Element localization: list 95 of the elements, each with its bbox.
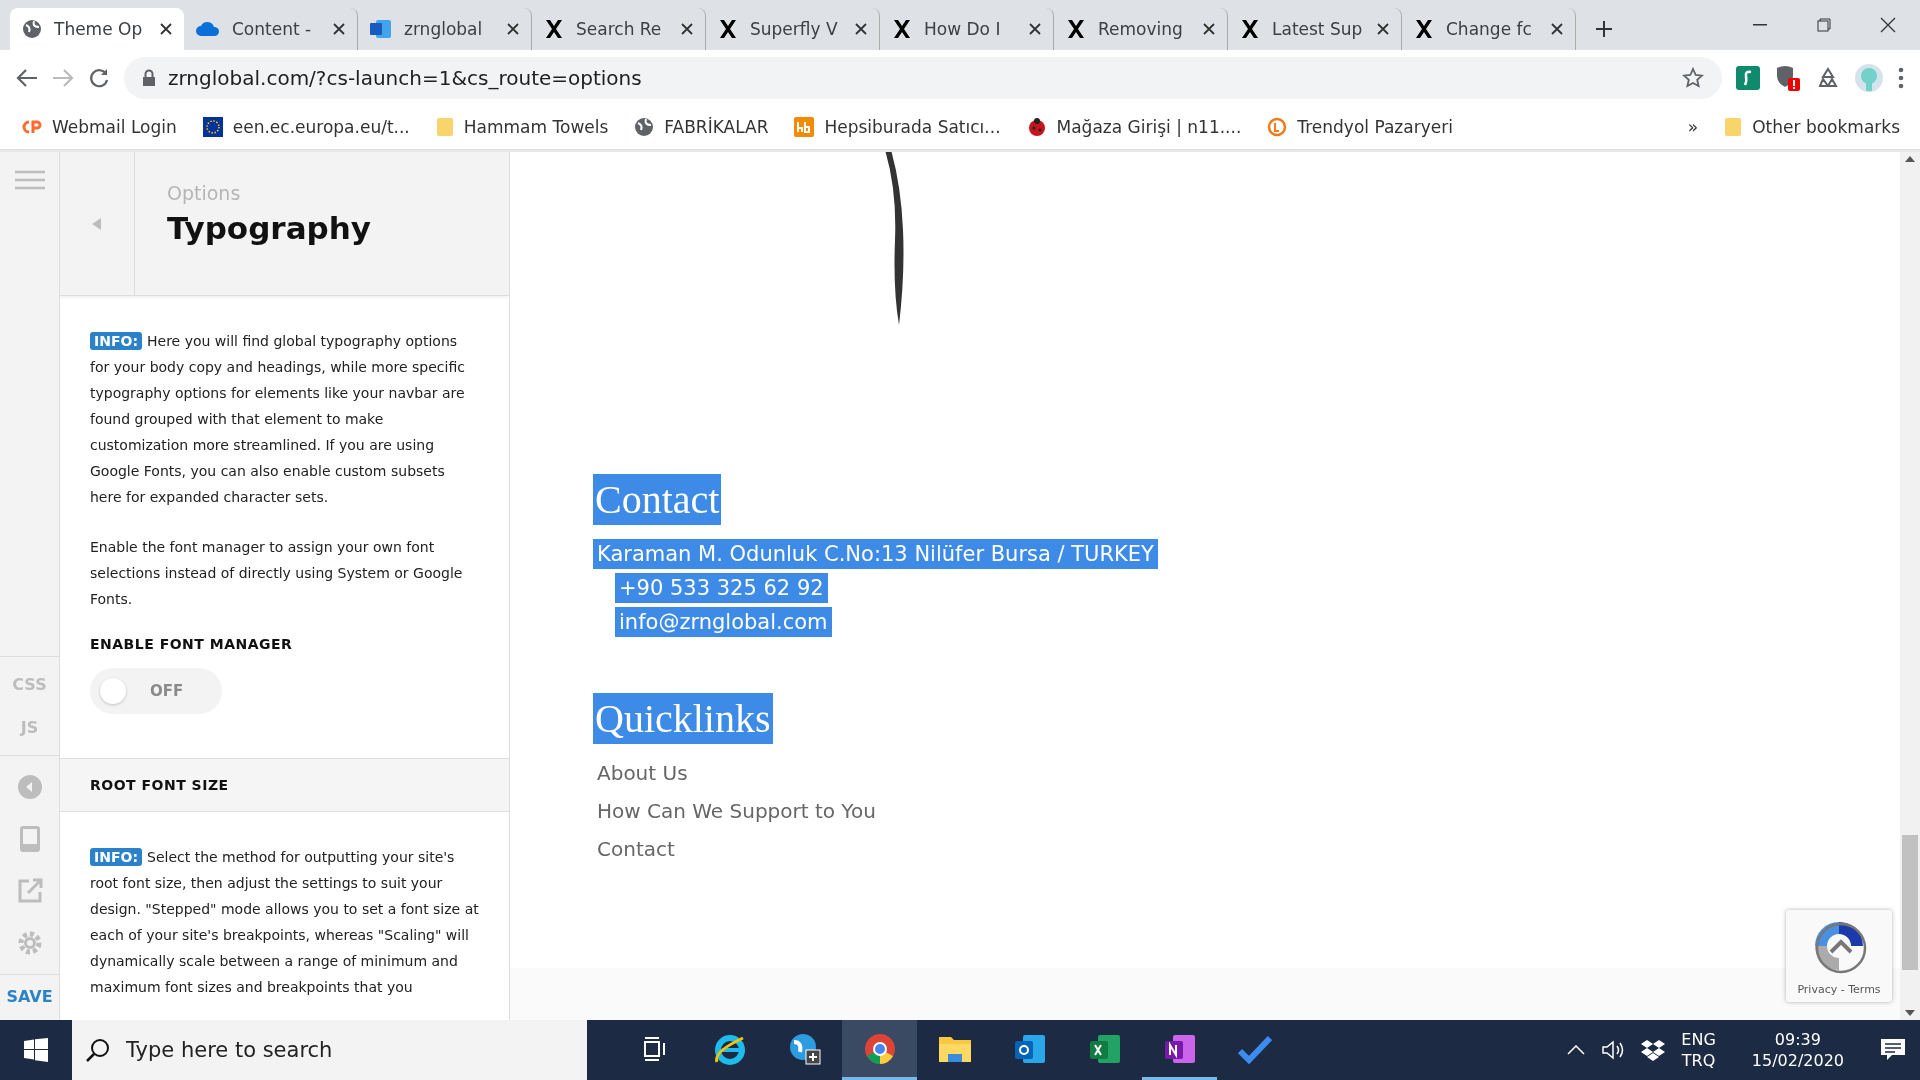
browser-tab[interactable]: Removing bbox=[1054, 8, 1228, 50]
contact-info: Karaman M. Odunluk C.No:13 Nilüfer Bursa / TURKEY bbox=[593, 539, 1158, 569]
panel-subtitle: Options bbox=[167, 182, 242, 204]
logo-icon bbox=[794, 117, 815, 137]
section-heading: Quicklinks bbox=[593, 693, 773, 744]
close-icon[interactable] bbox=[333, 23, 345, 35]
chevron-up-icon[interactable] bbox=[1567, 1045, 1586, 1055]
bookmark[interactable]: Hepsiburada Satıcı... bbox=[794, 117, 1001, 137]
mail-icon[interactable] bbox=[1012, 1032, 1047, 1065]
info-paragraph: INFO: Here you will find global typography options for your body copy and headings, while more specific typography options for elements like your navbar are found grouped with that element to make customization more streamlined. If you are using Google Fonts, you can also enable custom subsets here for expanded character sets. bbox=[90, 331, 466, 508]
clock[interactable]: 09:39 15/02/2020 bbox=[1751, 1030, 1844, 1070]
close-icon[interactable] bbox=[1551, 23, 1563, 35]
notebook-icon[interactable] bbox=[1162, 1032, 1197, 1065]
x-icon bbox=[1414, 19, 1434, 39]
restore-icon[interactable] bbox=[1817, 18, 1831, 32]
shield-icon[interactable] bbox=[1774, 63, 1802, 92]
save-button[interactable]: SAVE bbox=[6, 987, 53, 1006]
footer-link[interactable]: Contact bbox=[593, 834, 679, 864]
scroll-up-icon[interactable] bbox=[1905, 156, 1915, 162]
footer-link[interactable]: How Can We Support to You bbox=[593, 796, 880, 826]
contact-info: +90 533 325 62 92 bbox=[615, 573, 828, 603]
section-title: ROOT FONT SIZE bbox=[90, 777, 229, 794]
search-icon bbox=[86, 1038, 110, 1062]
x-icon bbox=[892, 19, 912, 39]
browser-tab[interactable]: Search Re bbox=[532, 8, 706, 50]
browser-tab[interactable]: Change fc bbox=[1402, 8, 1576, 50]
browser-tab[interactable]: How Do I bbox=[880, 8, 1054, 50]
footer-link[interactable]: About Us bbox=[593, 758, 692, 788]
folder-icon bbox=[1724, 117, 1743, 137]
dropbox-icon[interactable] bbox=[1641, 1039, 1666, 1061]
address-bar[interactable]: zrnglobal.com/?cs-launch=1&cs_route=options bbox=[124, 56, 1722, 99]
bookmark[interactable]: Hammam Towels bbox=[435, 117, 609, 137]
lock-icon bbox=[142, 68, 156, 87]
close-icon[interactable] bbox=[1029, 23, 1041, 35]
browser-tab[interactable]: zrnglobal bbox=[358, 8, 532, 50]
recycle-icon[interactable] bbox=[1816, 65, 1840, 90]
extension-icon[interactable] bbox=[1736, 65, 1760, 90]
bookmark[interactable]: Trendyol Pazaryeri bbox=[1267, 117, 1453, 137]
browser-tab[interactable]: Latest Sup bbox=[1228, 8, 1402, 50]
more-bookmarks-button[interactable]: » bbox=[1687, 117, 1699, 137]
privacy-terms-link[interactable]: Privacy - Terms bbox=[1797, 983, 1881, 996]
logo-icon bbox=[20, 119, 42, 135]
close-icon[interactable] bbox=[507, 23, 519, 35]
close-icon[interactable] bbox=[1203, 23, 1215, 35]
star-icon[interactable] bbox=[1682, 66, 1704, 89]
globe-icon bbox=[22, 19, 42, 39]
scroll-top-icon[interactable] bbox=[1815, 922, 1867, 974]
close-icon[interactable] bbox=[681, 23, 693, 35]
spreadsheet-icon[interactable] bbox=[1087, 1032, 1122, 1065]
folder-icon bbox=[435, 117, 454, 137]
scrollbar-thumb[interactable] bbox=[1902, 835, 1918, 970]
back-icon[interactable] bbox=[16, 67, 38, 88]
panel-title: Typography bbox=[167, 210, 372, 246]
close-icon[interactable] bbox=[1377, 23, 1389, 35]
x-icon bbox=[1240, 19, 1260, 39]
close-icon[interactable] bbox=[1880, 17, 1896, 33]
other-bookmarks-button[interactable]: Other bookmarks bbox=[1724, 117, 1900, 137]
x-icon bbox=[1066, 19, 1086, 39]
x-icon bbox=[544, 19, 564, 39]
language-indicator[interactable]: ENG TRQ bbox=[1681, 1030, 1716, 1070]
taskbar-app[interactable] bbox=[842, 1020, 917, 1080]
contact-info: info@zrnglobal.com bbox=[615, 607, 832, 637]
menu-icon[interactable] bbox=[1898, 66, 1904, 89]
task-view-icon[interactable] bbox=[641, 1036, 668, 1061]
bookmark[interactable]: Mağaza Girişi | n11.... bbox=[1026, 117, 1242, 137]
checkmark-icon[interactable] bbox=[1237, 1033, 1272, 1064]
globe-icon bbox=[634, 117, 655, 137]
browser-tab[interactable]: Superfly V bbox=[706, 8, 880, 50]
browser-tab[interactable]: Content - bbox=[184, 8, 358, 50]
start-icon[interactable] bbox=[24, 1038, 48, 1062]
bookmark[interactable]: FABRİKALAR bbox=[634, 117, 769, 137]
ladybug-icon bbox=[1026, 117, 1047, 137]
bookmark[interactable]: Webmail Login bbox=[20, 117, 177, 137]
speaker-icon[interactable] bbox=[1601, 1040, 1626, 1060]
new-tab-icon[interactable] bbox=[1594, 19, 1614, 39]
section-heading: Contact bbox=[593, 474, 722, 525]
info-paragraph: INFO: Select the method for outputting your site's root font size, then adjust the settings to suit your design. "Stepped" mode allows you to set a font size at each of your site's breakpoints, whereas "Scaling" will dynamically scale between a range of minimum and maximum font sizes and breakpoints that you bbox=[90, 847, 479, 997]
minimize-icon[interactable] bbox=[1753, 24, 1767, 26]
globe-icon[interactable] bbox=[787, 1031, 822, 1066]
x-icon bbox=[718, 19, 738, 39]
logo-icon bbox=[1267, 117, 1288, 137]
document-icon bbox=[370, 19, 392, 39]
section-header[interactable]: ROOT FONT SIZE bbox=[60, 758, 509, 812]
browser-tab[interactable]: Theme Op bbox=[10, 8, 184, 50]
flag-icon bbox=[202, 117, 223, 137]
cloud-icon bbox=[196, 21, 220, 37]
notification-icon[interactable] bbox=[1880, 1038, 1906, 1062]
scroll-down-icon[interactable] bbox=[1905, 1010, 1915, 1016]
description-text: Enable the font manager to assign your own font selections instead of directly using System or Google Fonts. bbox=[90, 538, 464, 610]
bookmark[interactable]: een.ec.europa.eu/t... bbox=[202, 117, 410, 137]
browser-icon[interactable] bbox=[862, 1031, 897, 1066]
close-icon[interactable] bbox=[855, 23, 867, 35]
toggle-label: ENABLE FONT MANAGER bbox=[90, 636, 294, 653]
reload-icon[interactable] bbox=[88, 66, 110, 89]
close-icon[interactable] bbox=[160, 23, 172, 35]
